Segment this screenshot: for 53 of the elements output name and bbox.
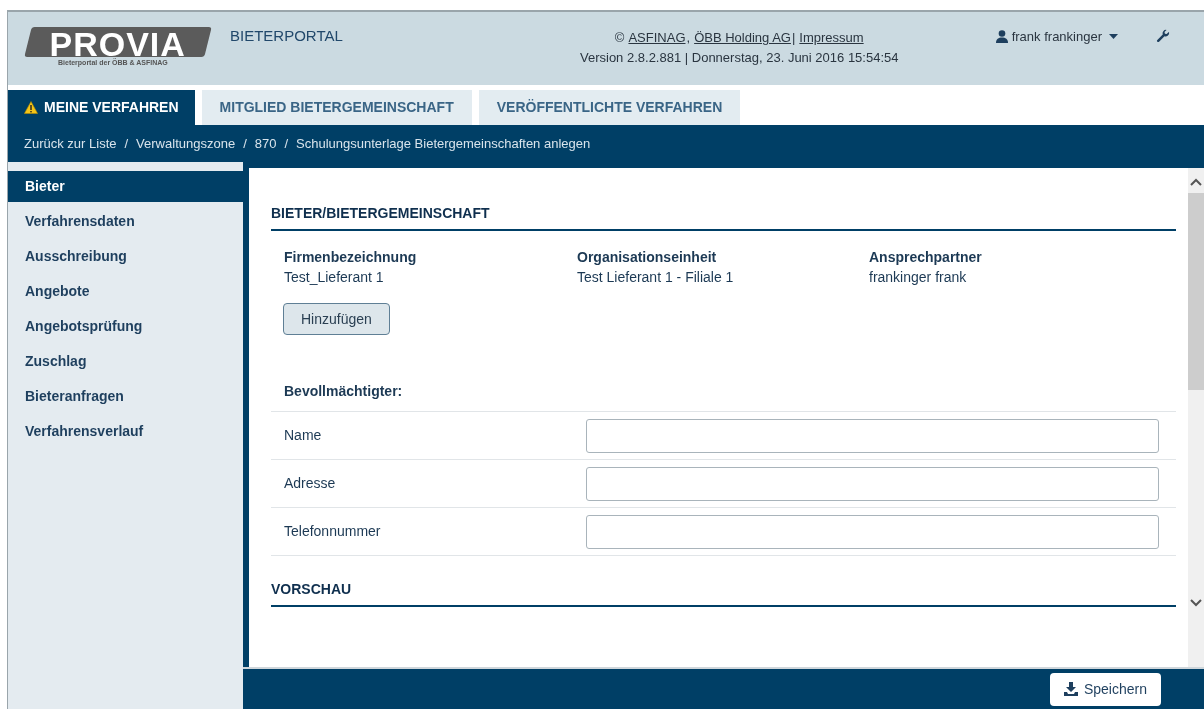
separator-text: , [686,29,691,47]
download-icon [1063,682,1078,696]
wrench-icon[interactable] [1156,29,1170,43]
column-header: Firmenbezeichnung [284,248,418,267]
portal-name: BIETERPORTAL [230,26,343,46]
field-label: Name [284,426,323,445]
caret-icon [1109,34,1118,40]
breadcrumb-current: Schulungsunterlage Bietergemeinschaften anlegen [296,134,591,153]
breadcrumb-link[interactable]: 870 [254,133,277,154]
breadcrumb-separator: / [284,134,289,153]
section-header: BIETER/BIETERGEMEINSCHAFT [271,203,1176,231]
separator-text: | [791,29,796,47]
breadcrumb-link[interactable]: Zurück zur Liste [24,133,117,154]
sidebar-item[interactable]: Zuschlag [8,346,243,377]
version-text: Version 2.8.2.881 | Donnerstag, 23. Juni 2016 15:54:54 [580,49,899,67]
scroll-down-icon[interactable] [1190,599,1202,607]
breadcrumb-separator: / [243,134,247,153]
sidebar-item[interactable]: Verfahrensdaten [8,206,243,237]
section-header: VORSCHAU [271,579,1176,607]
logo[interactable]: PROVIA [24,27,213,57]
link[interactable]: ASFINAG [628,28,686,48]
breadcrumb-link[interactable]: Verwaltungszone [136,133,236,154]
input-field[interactable] [586,418,1159,453]
tab[interactable]: MITGLIED BIETERGEMEINSCHAFT [201,90,472,125]
copyright-symbol: © [614,29,625,47]
sidebar-item[interactable]: Ausschreibung [8,241,243,272]
column-value: Test Lieferant 1 - Filiale 1 [577,268,735,287]
save-button[interactable]: Speichern [1049,672,1161,706]
field-label: Telefonnummer [284,522,382,541]
scroll-up-icon[interactable] [1190,178,1202,186]
user-icon [995,30,1008,44]
subheading: Bevollmächtigter: [271,381,1176,412]
tab[interactable]: MEINE VERFAHREN [8,90,195,125]
tab[interactable]: VERÖFFENTLICHTE VERFAHREN [478,90,741,125]
column-header: Organisationseinheit [577,248,718,267]
scrollbar[interactable] [1188,168,1204,667]
column-value: frankinger frank [869,268,968,287]
sidebar-item[interactable]: Angebotsprüfung [8,311,243,342]
add-button[interactable]: Hinzufügen [283,303,390,335]
breadcrumb-separator: / [124,134,129,153]
sidebar-item[interactable]: Bieteranfragen [8,381,243,412]
input-field[interactable] [586,466,1159,501]
column-value: Test_Lieferant 1 [284,268,385,287]
input-field[interactable] [586,514,1159,549]
scrollbar-thumb[interactable] [1188,193,1204,390]
user-menu[interactable]: frank frankinger [995,27,1118,47]
column-header: Ansprechpartner [869,248,983,267]
link[interactable]: ÖBB Holding AG [694,28,791,48]
sidebar-item[interactable]: Verfahrensverlauf [8,416,243,447]
sidebar-item[interactable]: Angebote [8,276,243,307]
link[interactable]: Impressum [799,28,864,48]
field-label: Adresse [284,474,337,493]
sidebar-item[interactable]: Bieter [8,171,243,202]
